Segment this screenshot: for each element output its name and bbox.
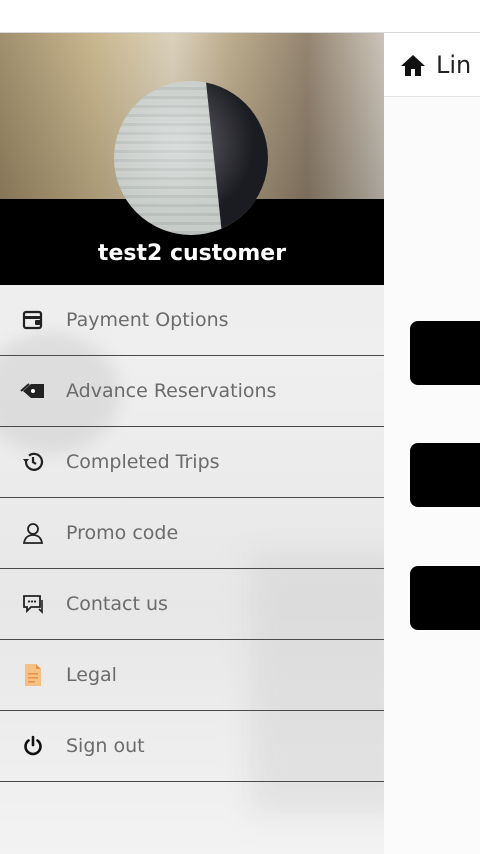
menu-item-label: Payment Options: [66, 309, 229, 331]
app-action-button-2[interactable]: [410, 443, 480, 507]
menu-item-payment-options[interactable]: Payment Options: [0, 285, 384, 356]
menu-item-label: Completed Trips: [66, 451, 220, 473]
menu-item-label: Legal: [66, 664, 117, 686]
menu-item-advance-reservations[interactable]: Advance Reservations: [0, 356, 384, 427]
screen: Lin test2 customer Payment Options Advan…: [0, 0, 480, 854]
menu-item-promo-code[interactable]: Promo code: [0, 498, 384, 569]
navigation-drawer: test2 customer Payment Options Advance R…: [0, 33, 384, 854]
user-icon: [20, 520, 46, 546]
app-action-button-1[interactable]: [410, 321, 480, 385]
menu-item-label: Promo code: [66, 522, 179, 544]
document-icon: [20, 662, 46, 688]
menu-item-contact-us[interactable]: Contact us: [0, 569, 384, 640]
chat-icon: [20, 591, 46, 617]
drawer-menu: Payment Options Advance Reservations Com…: [0, 285, 384, 782]
home-icon[interactable]: [400, 53, 426, 77]
history-icon: [20, 449, 46, 475]
status-strip: [0, 0, 480, 33]
app-action-button-3[interactable]: [410, 566, 480, 630]
tag-icon: [20, 378, 46, 404]
menu-item-label: Contact us: [66, 593, 168, 615]
avatar-photo-highlight: [114, 81, 268, 235]
menu-item-label: Sign out: [66, 735, 145, 757]
avatar[interactable]: [114, 81, 268, 235]
power-icon: [20, 733, 46, 759]
wallet-icon: [20, 307, 46, 333]
menu-item-completed-trips[interactable]: Completed Trips: [0, 427, 384, 498]
menu-item-legal[interactable]: Legal: [0, 640, 384, 711]
menu-item-label: Advance Reservations: [66, 380, 277, 402]
app-title: Lin: [436, 50, 472, 79]
app-header: Lin: [384, 33, 480, 97]
profile-name: test2 customer: [97, 241, 287, 266]
profile-header: test2 customer: [0, 33, 384, 285]
menu-item-sign-out[interactable]: Sign out: [0, 711, 384, 782]
